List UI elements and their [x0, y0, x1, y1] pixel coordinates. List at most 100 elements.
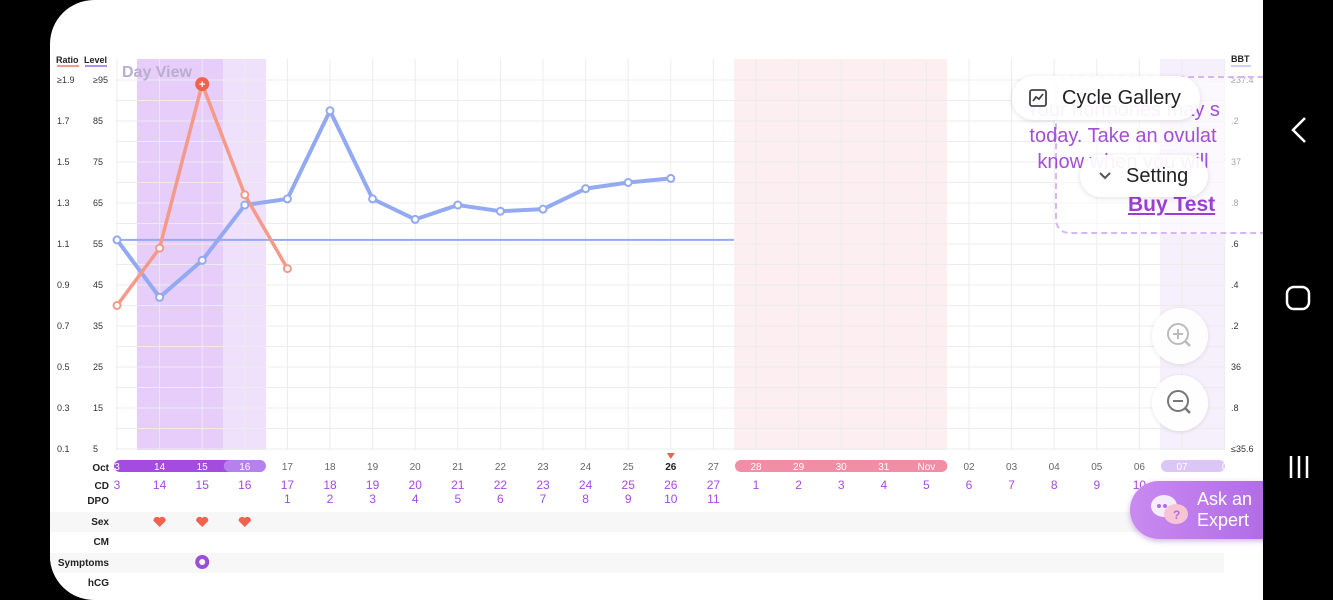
- date-cell: 07: [1176, 462, 1188, 473]
- date-cell: 17: [282, 462, 294, 473]
- cd-cell: 25: [622, 478, 636, 492]
- bbt-point: [410, 214, 420, 224]
- level-tick-label: 75: [93, 157, 103, 167]
- dpo-cell: 3: [369, 492, 376, 506]
- cd-cell: 21: [451, 478, 465, 492]
- fertile-zone-dark: [137, 59, 223, 450]
- date-cell: 16: [239, 462, 251, 473]
- peak-plus-glyph: +: [199, 79, 205, 91]
- date-cell: 0: [1222, 462, 1228, 473]
- ratio-tick-label: 1.7: [57, 116, 70, 126]
- back-icon[interactable]: [1285, 115, 1315, 145]
- bbt-point: [666, 173, 676, 183]
- date-cell: 3: [114, 462, 120, 473]
- cd-cell: 19: [366, 478, 380, 492]
- bbt-point: [155, 292, 165, 302]
- cd-cell: 23: [536, 478, 550, 492]
- level-tick-label: 65: [93, 198, 103, 208]
- legend-ratio-swatch: [57, 65, 79, 67]
- sex-row-label: Sex: [91, 517, 109, 528]
- level-tick-label: 85: [93, 116, 103, 126]
- cd-cell: 24: [579, 478, 593, 492]
- ratio-point: [155, 243, 165, 253]
- date-cell: 23: [537, 462, 549, 473]
- chat-bubble-icon: ?: [1151, 495, 1188, 524]
- period-zone: [734, 59, 947, 450]
- dpo-cell: 11: [707, 492, 720, 506]
- ratio-tick-label: 1.3: [57, 198, 70, 208]
- svg-text:?: ?: [1173, 508, 1180, 522]
- bbt-point: [197, 255, 207, 265]
- symptoms-row-bg: [50, 553, 1224, 573]
- dpo-cell: 1: [284, 492, 291, 506]
- dpo-row-label: DPO: [87, 496, 109, 507]
- date-cell: 27: [708, 462, 720, 473]
- future-date-pill: [1161, 460, 1225, 472]
- cd-cell: 16: [238, 478, 252, 492]
- date-cell: 04: [1049, 462, 1061, 473]
- date-cell: 06: [1134, 462, 1146, 473]
- bbt-tick-label: 36: [1231, 362, 1241, 372]
- cycle-gallery-button[interactable]: Cycle Gallery: [1012, 76, 1200, 120]
- date-cell: 05: [1091, 462, 1103, 473]
- dpo-cell: 7: [540, 492, 547, 506]
- ratio-tick-label: 0.5: [57, 362, 70, 372]
- dpo-cell: 8: [582, 492, 589, 506]
- bbt-tick-label: ≤35.6: [1231, 444, 1253, 454]
- zoom-in-button[interactable]: [1152, 308, 1208, 364]
- chart-gallery-icon: [1029, 89, 1047, 107]
- date-cell: 30: [836, 462, 848, 473]
- android-nav-bar: [1263, 0, 1333, 600]
- date-cell: 24: [580, 462, 592, 473]
- bbt-tick-label: .2: [1231, 321, 1239, 331]
- dpo-cell: 2: [327, 492, 334, 506]
- bbt-tick-label: .6: [1231, 239, 1239, 249]
- ratio-tick-label: 1.1: [57, 239, 70, 249]
- bbt-point: [623, 178, 633, 187]
- hcg-row-label: hCG: [88, 578, 109, 589]
- ratio-tick-label: 0.9: [57, 280, 70, 290]
- cd-cell: 8: [1051, 478, 1058, 492]
- date-cell: 26: [665, 462, 677, 473]
- bbt-point: [240, 200, 250, 210]
- calendar-rows: 3 14 15 16 17 18 19 20 21 22 23 24 25 26 27 28 29 30 31 Nov…: [114, 453, 1228, 569]
- cd-cell: 15: [196, 478, 210, 492]
- ratio-tick-label: ≥1.9: [57, 75, 74, 85]
- cd-cell: 18: [323, 478, 337, 492]
- date-cell: 14: [154, 462, 166, 473]
- cd-cell: 14: [153, 478, 167, 492]
- cm-row-label: CM: [93, 537, 109, 548]
- ratio-point: [112, 301, 122, 310]
- cd-cell: 20: [409, 478, 423, 492]
- setting-label: Setting: [1126, 164, 1189, 187]
- level-tick-label: 45: [93, 280, 103, 290]
- cd-cell: 26: [664, 478, 678, 492]
- date-cell: 19: [367, 462, 379, 473]
- bbt-tick-label: .8: [1231, 403, 1239, 413]
- date-cell: 29: [793, 462, 805, 473]
- cd-cell: 3: [114, 478, 121, 492]
- date-cell: 15: [197, 462, 209, 473]
- cd-cell: 4: [880, 478, 887, 492]
- recent-apps-icon[interactable]: [1284, 452, 1314, 482]
- setting-button[interactable]: Setting: [1080, 155, 1208, 197]
- dpo-cell: 6: [497, 492, 504, 506]
- today-marker: [666, 453, 675, 459]
- cd-cell: 5: [923, 478, 930, 492]
- cd-cell: 2: [795, 478, 802, 492]
- date-cell: 31: [878, 462, 890, 473]
- cd-cell: 6: [966, 478, 973, 492]
- dpo-cell: 9: [625, 492, 632, 506]
- legend-bbt-swatch: [1231, 65, 1251, 67]
- bbt-tick-label: .4: [1231, 280, 1239, 290]
- level-tick-label: 25: [93, 362, 103, 372]
- legend-ratio: Ratio: [56, 55, 79, 65]
- home-icon[interactable]: [1283, 283, 1313, 313]
- cd-cell: 3: [838, 478, 845, 492]
- cd-cell: 22: [494, 478, 508, 492]
- cd-cell: 9: [1093, 478, 1100, 492]
- ratio-tick-label: 1.5: [57, 157, 70, 167]
- zoom-out-button[interactable]: [1152, 375, 1208, 431]
- day-view-title: Day View: [122, 64, 193, 81]
- ask-an-expert-label: Ask an Expert: [1197, 489, 1253, 530]
